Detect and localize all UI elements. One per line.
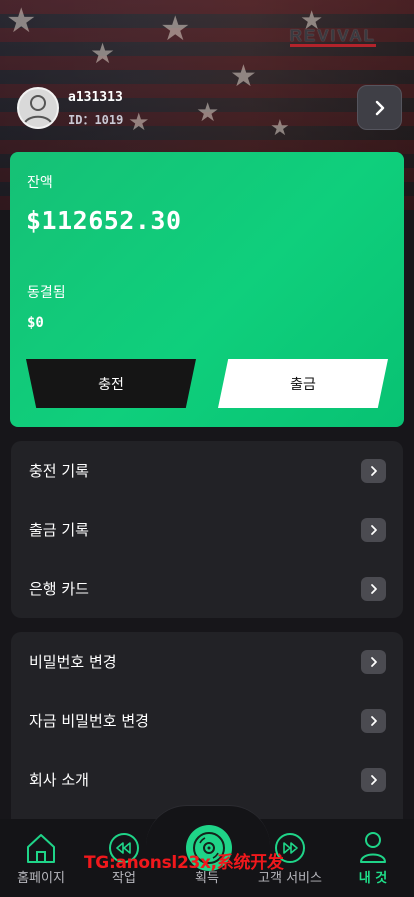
- flag-star-decoration: ★: [270, 116, 290, 141]
- flag-star-decoration: ★: [196, 98, 220, 128]
- user-silhouette-icon: [23, 95, 53, 126]
- flag-star-decoration: ★: [230, 59, 257, 94]
- menu-item-withdraw-history[interactable]: 출금 기록: [11, 500, 403, 559]
- menu-item-label: 자금 비밀번호 변경: [29, 712, 149, 730]
- chevron-right-icon: [361, 517, 386, 542]
- brand-logo: REVIVAL: [289, 26, 376, 47]
- menu-item-label: 출금 기록: [29, 521, 89, 539]
- deposit-button[interactable]: 충전: [26, 359, 196, 408]
- flag-star-decoration: ★: [90, 37, 116, 70]
- balance-value: $112652.30: [26, 206, 182, 235]
- avatar[interactable]: [17, 87, 59, 129]
- menu-item-deposit-history[interactable]: 충전 기록: [11, 441, 403, 500]
- menu-item-label: 회사 소개: [29, 771, 89, 789]
- user-id: ID：1019: [68, 113, 124, 127]
- menu-item-change-fund-password[interactable]: 자금 비밀번호 변경: [11, 691, 403, 750]
- menu-item-company-intro[interactable]: 회사 소개: [11, 750, 403, 809]
- records-menu: 충전 기록 출금 기록 은행 카드: [11, 441, 403, 618]
- flag-star-decoration: ★: [128, 108, 150, 136]
- chevron-right-icon: [361, 708, 386, 733]
- flag-star-decoration: ★: [6, 1, 37, 41]
- watermark-text: TG:anonsl23x,系统开发: [84, 853, 284, 873]
- frozen-value: $0: [27, 315, 44, 331]
- chevron-right-icon: [361, 576, 386, 601]
- chevron-right-icon: [361, 649, 386, 674]
- chevron-right-icon: [361, 458, 386, 483]
- profile-detail-button[interactable]: [357, 85, 402, 130]
- withdraw-button[interactable]: 출금: [218, 359, 388, 408]
- tab-label: 내 것: [358, 871, 388, 886]
- flag-star-decoration: ★: [160, 9, 191, 49]
- settings-menu: 비밀번호 변경 자금 비밀번호 변경 회사 소개: [11, 632, 403, 832]
- chevron-right-icon: [375, 100, 384, 115]
- balance-label: 잔액: [27, 175, 53, 191]
- user-icon: [360, 832, 386, 863]
- menu-item-change-password[interactable]: 비밀번호 변경: [11, 632, 403, 691]
- menu-item-label: 충전 기록: [29, 462, 89, 480]
- frozen-label: 동결됨: [27, 285, 66, 301]
- menu-item-bank-card[interactable]: 은행 카드: [11, 559, 403, 618]
- home-icon: [27, 834, 55, 863]
- chevron-right-icon: [361, 767, 386, 792]
- username: a131313: [68, 90, 123, 105]
- menu-item-label: 비밀번호 변경: [29, 653, 117, 671]
- balance-card: 잔액 $112652.30 동결됨 $0 충전 출금: [10, 152, 404, 427]
- tab-label: 홈페이지: [17, 871, 65, 886]
- menu-item-label: 은행 카드: [29, 580, 89, 598]
